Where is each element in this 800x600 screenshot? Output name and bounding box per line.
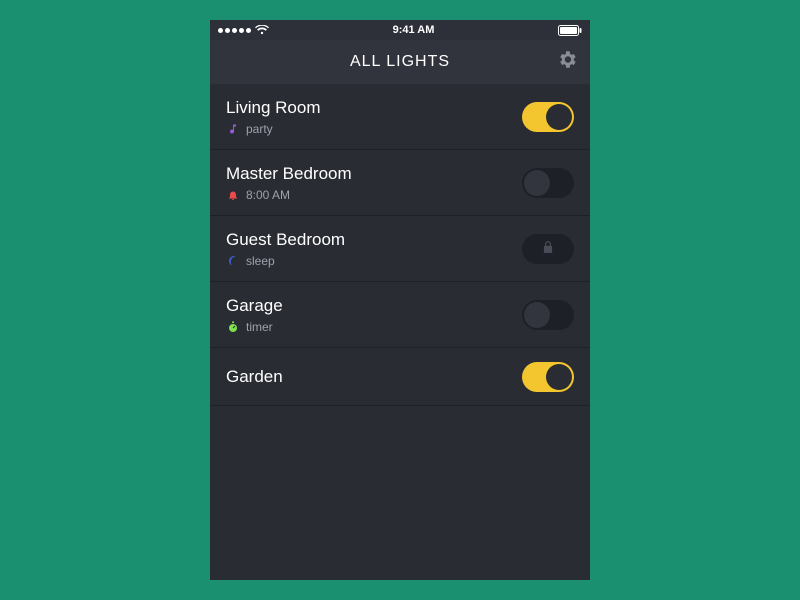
room-sublabel: timer [246, 320, 273, 334]
room-name: Living Room [226, 98, 321, 118]
music-icon [226, 122, 240, 136]
room-subline: party [226, 122, 321, 136]
room-sublabel: party [246, 122, 273, 136]
toggle-knob [524, 302, 550, 328]
light-row: Master Bedroom 8:00 AM [210, 150, 590, 216]
toggle-knob [524, 170, 550, 196]
room-sublabel: sleep [246, 254, 275, 268]
room-name: Garden [226, 367, 283, 387]
room-subline: 8:00 AM [226, 188, 352, 202]
list-tail [210, 556, 590, 580]
moon-icon [226, 254, 240, 268]
toggle-knob [546, 364, 572, 390]
bell-icon [226, 188, 240, 202]
light-row: Guest Bedroom sleep [210, 216, 590, 282]
status-bar: 9:41 AM [210, 20, 590, 40]
light-row: Living Room party [210, 84, 590, 150]
toggle-knob [546, 104, 572, 130]
phone-frame: 9:41 AM ALL LIGHTS Living Room party Maste… [210, 20, 590, 580]
locked-indicator [522, 234, 574, 264]
lock-icon [541, 239, 555, 260]
battery-icon [558, 25, 582, 36]
page-title: ALL LIGHTS [350, 53, 450, 71]
status-time: 9:41 AM [393, 24, 435, 36]
room-name: Master Bedroom [226, 164, 352, 184]
wifi-icon [255, 25, 269, 35]
light-toggle[interactable] [522, 362, 574, 392]
stopwatch-icon [226, 320, 240, 334]
room-name: Guest Bedroom [226, 230, 345, 250]
lights-list: Living Room party Master Bedroom 8:00 AM Gue… [210, 84, 590, 556]
room-subline: sleep [226, 254, 345, 268]
light-row: Garden [210, 348, 590, 406]
signal-dots-icon [218, 28, 251, 33]
room-subline: timer [226, 320, 283, 334]
light-toggle[interactable] [522, 168, 574, 198]
room-sublabel: 8:00 AM [246, 188, 290, 202]
settings-button[interactable] [556, 49, 578, 76]
light-row: Garage timer [210, 282, 590, 348]
room-name: Garage [226, 296, 283, 316]
light-toggle[interactable] [522, 102, 574, 132]
light-toggle[interactable] [522, 300, 574, 330]
nav-bar: ALL LIGHTS [210, 40, 590, 84]
gear-icon [556, 49, 578, 71]
